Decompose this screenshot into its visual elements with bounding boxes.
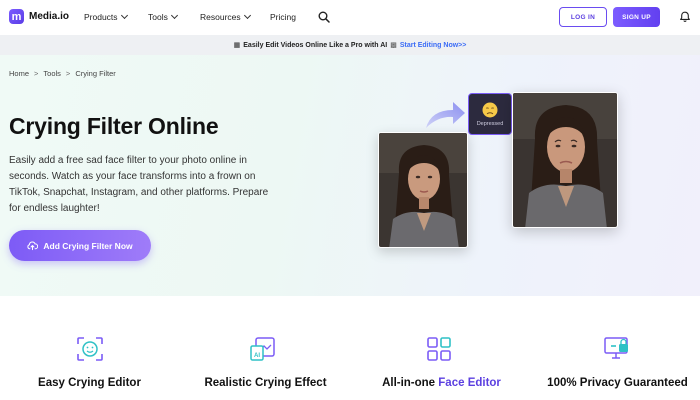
promo-bar: ▦ Easily Edit Videos Online Like a Pro w… <box>0 35 700 55</box>
cta-label: Add Crying Filter Now <box>43 240 133 251</box>
curved-arrow-icon <box>426 102 465 128</box>
feature-realistic-crying-effect: AI Realistic Crying Effect <box>178 296 353 400</box>
film-icon: ▦ <box>233 42 241 49</box>
sad-face-emoji-icon <box>482 102 498 117</box>
feature-easy-crying-editor: Easy Crying Editor <box>2 296 177 400</box>
promo-link[interactable]: Start Editing Now>> <box>400 42 467 49</box>
feature-privacy-guaranteed: 100% Privacy Guaranteed <box>530 296 700 400</box>
svg-text:AI: AI <box>254 353 260 359</box>
feature-title: All-in-one Face Editor <box>354 377 529 389</box>
cloud-upload-icon <box>27 241 39 251</box>
hero-section: Home > Tools > Crying Filter Crying Filt… <box>0 55 700 296</box>
features-section: Easy Crying Editor AI Realistic Crying E… <box>0 296 700 400</box>
breadcrumb: Home > Tools > Crying Filter <box>9 69 116 78</box>
feature-title-highlight[interactable]: Face Editor <box>438 377 501 389</box>
menu-item-tools[interactable]: Tools <box>148 11 200 22</box>
clapper-icon: ▩ <box>390 42 397 49</box>
feature-title: Realistic Crying Effect <box>204 377 327 389</box>
breadcrumb-home[interactable]: Home <box>9 69 29 78</box>
woman-crying-portrait-icon <box>513 93 617 227</box>
feature-title: 100% Privacy Guaranteed <box>547 377 688 389</box>
feature-title: Easy Crying Editor <box>38 377 141 389</box>
logo-text: Media.io <box>29 11 70 22</box>
menu-label: Products <box>84 12 118 22</box>
logo-mark-icon: m <box>9 9 24 24</box>
search-icon[interactable] <box>318 11 330 23</box>
before-photo <box>378 132 468 248</box>
signup-button[interactable]: SIGN UP <box>613 7 660 27</box>
menu-item-resources[interactable]: Resources <box>200 11 270 22</box>
woman-portrait-icon <box>379 133 467 247</box>
main-menu: Products Tools Resources Pricing <box>84 11 296 22</box>
breadcrumb-tools[interactable]: Tools <box>43 69 61 78</box>
hero-description: Easily add a free sad face filter to you… <box>9 155 269 214</box>
login-button[interactable]: LOG IN <box>559 7 607 27</box>
filter-emoji-card[interactable]: Depressed <box>468 93 512 135</box>
menu-label: Pricing <box>270 12 296 22</box>
menu-item-pricing[interactable]: Pricing <box>270 12 296 22</box>
breadcrumb-current: Crying Filter <box>75 69 116 78</box>
top-nav: m Media.io Products Tools Resources Pric… <box>0 0 700 35</box>
menu-label: Resources <box>200 12 241 22</box>
bell-icon[interactable] <box>679 11 691 23</box>
breadcrumb-separator: > <box>34 69 39 78</box>
chevron-down-icon <box>120 11 128 20</box>
grid-icon <box>427 337 451 361</box>
promo-text: Easily Edit Videos Online Like a Pro wit… <box>243 41 388 49</box>
after-photo <box>512 92 618 228</box>
breadcrumb-separator: > <box>65 69 71 78</box>
feature-all-in-one-face-editor: All-in-one Face Editor <box>354 296 529 400</box>
page-title: Crying Filter Online <box>9 113 219 139</box>
face-scan-icon <box>77 337 103 361</box>
chevron-down-icon <box>243 11 251 20</box>
privacy-screen-icon <box>604 337 628 359</box>
add-crying-filter-button[interactable]: Add Crying Filter Now <box>9 230 151 261</box>
chevron-down-icon <box>170 11 178 20</box>
logo[interactable]: m Media.io <box>9 9 69 24</box>
menu-label: Tools <box>148 12 168 22</box>
emoji-label: Depressed <box>476 120 504 127</box>
menu-item-products[interactable]: Products <box>84 11 148 22</box>
feature-title-plain: All-in-one <box>382 377 439 389</box>
ai-image-icon: AI <box>250 337 275 361</box>
